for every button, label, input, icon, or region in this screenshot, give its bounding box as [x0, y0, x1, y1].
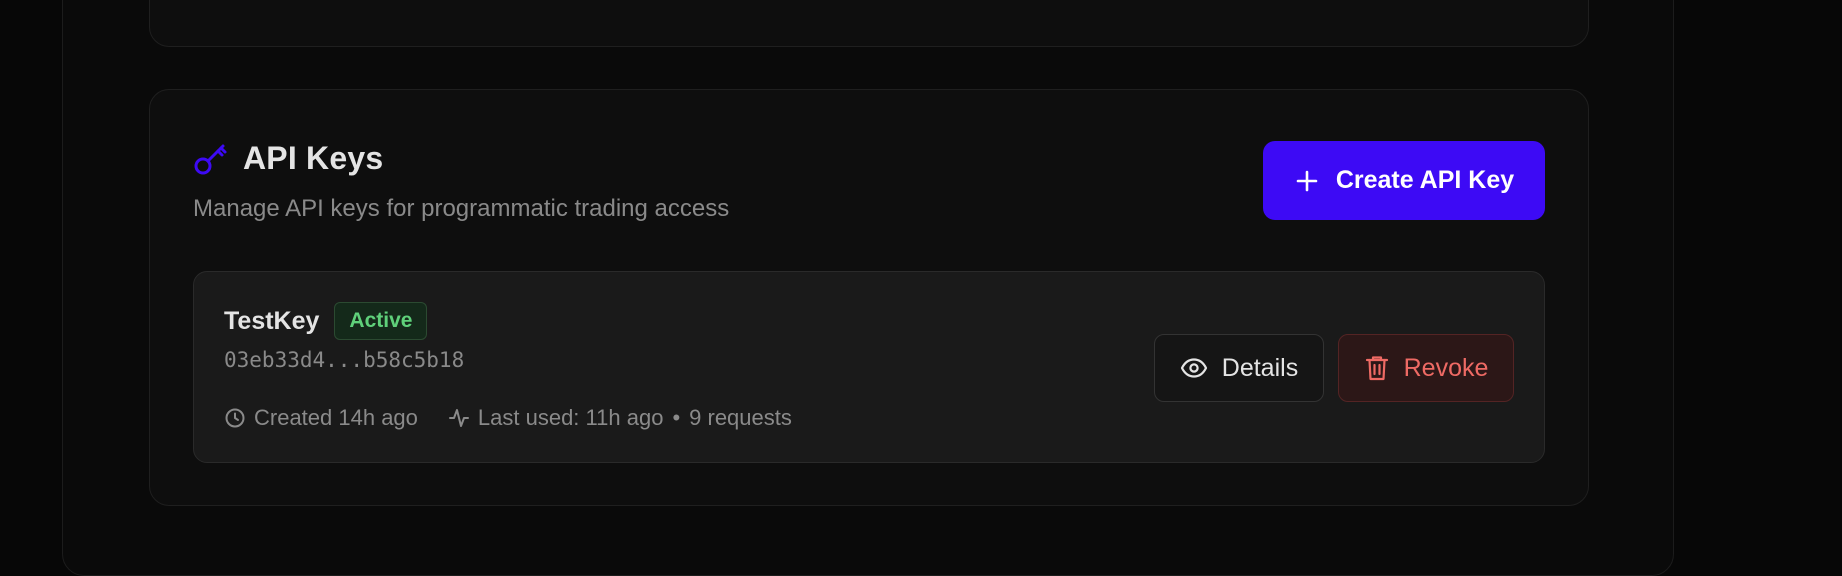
revoke-button[interactable]: Revoke [1338, 334, 1514, 402]
trash-icon [1365, 356, 1388, 381]
revoke-label: Revoke [1403, 353, 1489, 382]
activity-icon [448, 409, 469, 427]
create-api-key-label: Create API Key [1335, 166, 1515, 194]
title-row: API Keys [193, 140, 729, 177]
api-key-item: TestKey Active 03eb33d4...b58c5b18 Creat… [193, 271, 1545, 463]
page-subtitle: Manage API keys for programmatic trading… [193, 195, 730, 222]
details-label: Details [1221, 353, 1299, 382]
details-button[interactable]: Details [1154, 334, 1324, 402]
previous-section-card [149, 0, 1589, 47]
request-count: 9 requests [689, 405, 792, 430]
api-keys-header: API Keys Manage API keys for programmati… [193, 140, 729, 223]
clock-icon [225, 408, 245, 428]
create-api-key-button[interactable]: Create API Key [1263, 141, 1545, 220]
api-keys-card: API Keys Manage API keys for programmati… [149, 89, 1589, 506]
key-name-row: TestKey Active [224, 302, 428, 340]
key-icon [193, 141, 229, 177]
status-badge: Active [334, 302, 428, 340]
eye-icon [1180, 358, 1207, 378]
page-title: API Keys [243, 140, 384, 176]
meta-separator: • [672, 405, 681, 430]
plus-icon [1294, 168, 1320, 194]
key-meta: Created 14h ago Last used: 11h ago • 9 r… [224, 405, 792, 431]
created-info: Created 14h ago [224, 405, 418, 431]
api-key-hash: 03eb33d4...b58c5b18 [224, 348, 465, 372]
last-used-info: Last used: 11h ago • 9 requests [448, 405, 792, 431]
api-key-name: TestKey [224, 306, 320, 335]
last-used-text: Last used: 11h ago [477, 405, 664, 430]
created-text: Created 14h ago [254, 405, 418, 430]
